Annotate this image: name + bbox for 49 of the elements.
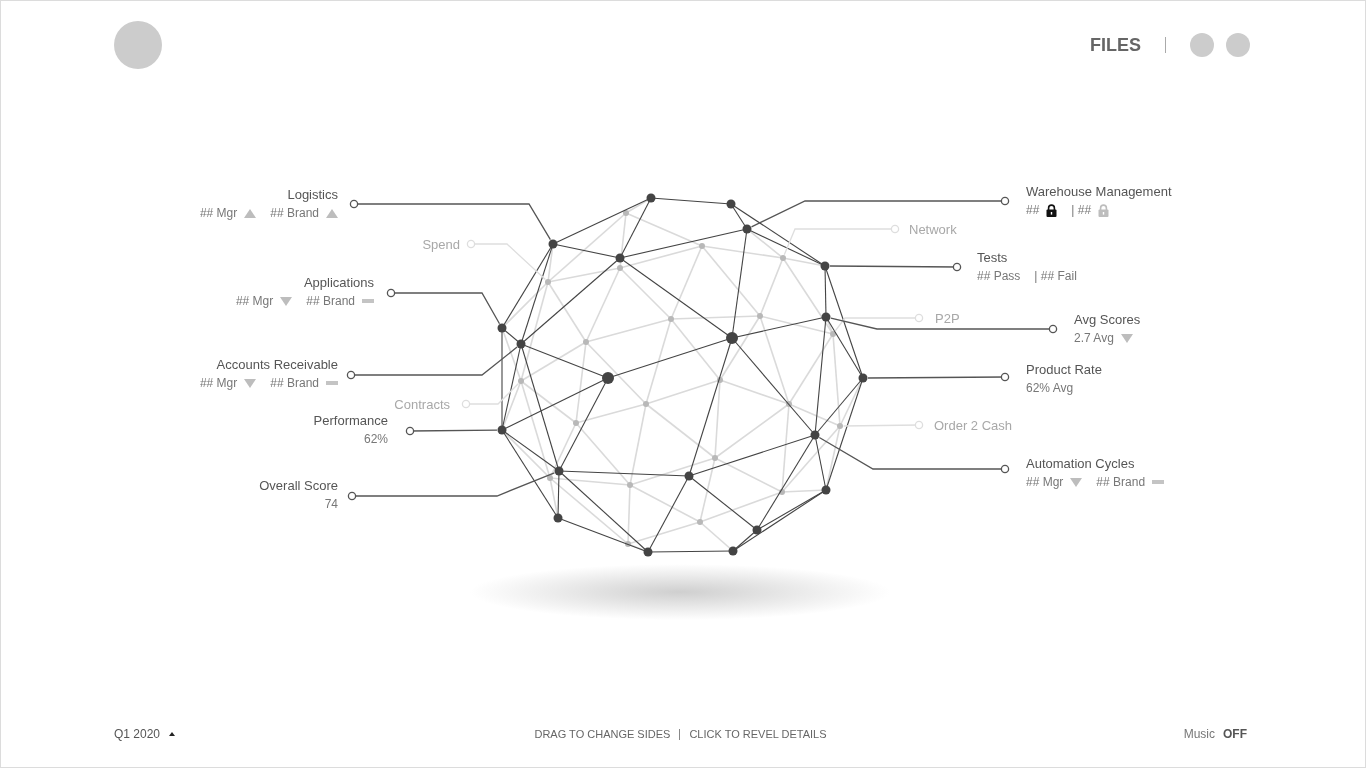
callout-label: Overall Score	[259, 476, 338, 495]
callout-label: Tests	[977, 248, 1008, 267]
callout-label: Product Rate	[1026, 360, 1102, 379]
dash-icon	[326, 381, 338, 385]
callout-label: Order 2 Cash	[934, 416, 1013, 435]
callout-label: Contracts	[394, 395, 450, 414]
metric-text: ## Mgr	[235, 292, 274, 310]
callout-label: Performance	[313, 411, 388, 430]
caret-up-icon	[169, 732, 176, 736]
music-toggle[interactable]: OFF	[1223, 726, 1247, 742]
files-title[interactable]: FILES	[1090, 34, 1141, 56]
metric-text: ## Mgr	[199, 374, 238, 392]
metric-text: 74	[324, 495, 338, 513]
metric-text: ## Brand	[270, 374, 319, 392]
metric-text: ## Pass	[977, 267, 1021, 285]
triangle-down-icon	[1070, 477, 1083, 487]
callout-label: Applications	[303, 273, 374, 292]
metric-text: ## Mgr	[199, 204, 238, 222]
callout-label: Avg Scores	[1074, 310, 1141, 329]
callout-label: Network	[909, 220, 957, 239]
metric-text: 2.7 Avg	[1074, 329, 1114, 347]
triangle-up-icon	[326, 208, 338, 218]
hint-text: DRAG TO CHANGE SIDES	[534, 727, 671, 742]
metric-text: ## Brand	[306, 292, 355, 310]
callout-label: Accounts Receivable	[216, 355, 338, 374]
metric-text: | ##	[1071, 201, 1092, 219]
music-label: Music	[1183, 726, 1215, 742]
metric-text: ## Brand	[1096, 473, 1146, 491]
period-selector[interactable]: Q1 2020	[114, 726, 176, 742]
metric-text: 62%	[363, 430, 388, 448]
triangle-down-icon	[244, 378, 257, 388]
metric-text: ## Mgr	[1026, 473, 1064, 491]
triangle-up-icon	[244, 208, 257, 218]
callout-label: Automation Cycles	[1026, 454, 1135, 473]
metric-text: ## Brand	[270, 204, 319, 222]
triangle-down-icon	[1120, 333, 1133, 343]
dash-icon	[362, 299, 374, 303]
callout-label: P2P	[935, 309, 960, 328]
leader-line	[461, 382, 520, 409]
metric-text: ##	[1026, 201, 1040, 219]
callout-label: Warehouse Management	[1026, 182, 1172, 201]
triangle-down-icon	[280, 296, 293, 306]
dash-icon	[1152, 480, 1165, 484]
metric-text: | ## Fail	[1034, 267, 1077, 285]
metric-text: 62% Avg	[1026, 379, 1074, 397]
hint-text: CLICK TO REVEL DETAILS	[689, 727, 827, 742]
callout-label: Spend	[422, 235, 460, 254]
callout-label: Logistics	[287, 185, 338, 204]
avatar-placeholder[interactable]	[114, 21, 162, 69]
